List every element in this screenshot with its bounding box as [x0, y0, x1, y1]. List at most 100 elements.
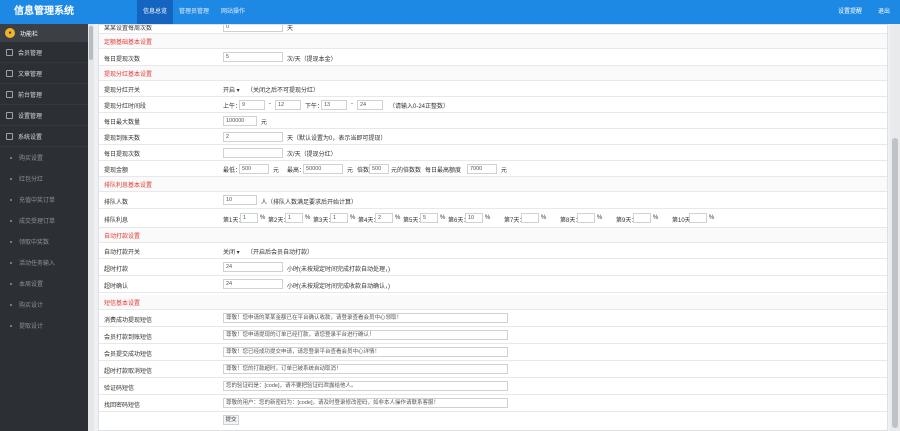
- withdraw-count-input[interactable]: 5: [223, 52, 283, 62]
- interest-day-input[interactable]: [577, 213, 595, 223]
- bullet-icon: [10, 198, 12, 201]
- sidebar-subitem[interactable]: 红包分红: [0, 168, 88, 189]
- percent-text: %: [485, 215, 491, 221]
- percent-text: %: [541, 215, 547, 221]
- sidebar-subitem-label: 提取设计: [19, 324, 44, 330]
- interest-day-input[interactable]: 10: [465, 213, 483, 223]
- note-text: 天（默认设置为0，表示当即可提现）: [287, 136, 387, 142]
- unit-text: 元: [261, 120, 268, 126]
- sidebar-subitem-label: 充值中奖订单: [19, 198, 56, 204]
- form-row: 提现分红时间段 上午： 9 - 12 下午： 13 - 24 （请输入0-24正…: [99, 97, 887, 113]
- percent-text: %: [709, 215, 715, 221]
- sidebar-subitem[interactable]: 活动任务输入: [0, 252, 88, 273]
- sidebar-item-members[interactable]: 会员管理: [0, 42, 88, 63]
- sms-template-input[interactable]: 尊敬的用户：您的新密码为：[code]，请及时登录修改密码，如非本人操作请联系客…: [223, 398, 508, 408]
- daily-limit-input[interactable]: 7000: [467, 164, 497, 174]
- form-row: 超时确认 24 小时(未按规定时间完成收款自动确认，): [99, 276, 887, 293]
- field-label: 提现分红时间段: [104, 104, 147, 110]
- bullet-icon: [10, 303, 12, 306]
- multiple-label: 倍数: [357, 168, 370, 174]
- timeout-confirm-input[interactable]: 24: [223, 279, 283, 289]
- form-row: 超时打款 24 小时(未按规定时间完成打款自动处理，): [99, 259, 887, 276]
- app-title: 信息管理系统: [14, 6, 74, 17]
- field-label: 自动打款开关: [104, 250, 141, 256]
- sidebar-scrollbar[interactable]: [88, 24, 94, 431]
- sidebar-subitem-label: 活动任务输入: [19, 261, 56, 267]
- field-label: 每日最大数量: [104, 120, 141, 126]
- unit-text: 元: [273, 168, 280, 174]
- unit-text: 元: [501, 168, 508, 174]
- sidebar-subitem[interactable]: 提取设计: [0, 315, 88, 336]
- interest-day-input[interactable]: 1: [240, 213, 258, 223]
- interest-day-input[interactable]: [633, 213, 651, 223]
- bullet-icon: [10, 156, 12, 159]
- sidebar-item-frontend[interactable]: 前台管理: [0, 84, 88, 105]
- section-title: 定额基础基本设置: [99, 34, 887, 49]
- gear-icon: [6, 111, 13, 119]
- scrollbar-thumb[interactable]: [89, 26, 93, 60]
- interest-day-input[interactable]: [689, 213, 707, 223]
- am-from-input[interactable]: 9: [239, 100, 265, 110]
- user-icon: [6, 48, 13, 56]
- interest-day-input[interactable]: 1: [285, 213, 303, 223]
- daily-count-input[interactable]: [223, 148, 283, 158]
- sidebar-header: ● 功能栏: [0, 24, 88, 42]
- tab-overview[interactable]: 信息总览: [137, 0, 174, 24]
- sidebar-item-settings[interactable]: 设置管理: [0, 105, 88, 126]
- sidebar-subitem[interactable]: 成交受理订单: [0, 210, 88, 231]
- sidebar-item-label: 会员管理: [18, 50, 43, 57]
- sidebar-subitem[interactable]: 充值中奖订单: [0, 189, 88, 210]
- timeout-pay-input[interactable]: 24: [223, 262, 283, 272]
- form-row: 会员打款到账短信 尊敬！您申请提现的订单已经打款，请您登录平台进行确认！: [99, 327, 887, 344]
- interest-day-input[interactable]: 5: [420, 213, 438, 223]
- sidebar-subitem[interactable]: 购买设置: [0, 147, 88, 168]
- field-label: 超时打款: [104, 267, 129, 273]
- sidebar-subitem[interactable]: 本周设置: [0, 273, 88, 294]
- field-label: 提现到账天数: [104, 136, 141, 142]
- min-amount-input[interactable]: 500: [239, 164, 269, 174]
- text-input[interactable]: 0: [223, 25, 283, 32]
- sidebar-subitem-label: 成交受理订单: [19, 219, 56, 225]
- sidebar-item-label: 前台管理: [18, 92, 43, 99]
- form-row: 提现金额 最低： 500 元 最高： 50000 元 倍数 500 元的倍数数 …: [99, 161, 887, 177]
- tab-site[interactable]: 网站操作: [215, 0, 251, 24]
- section-title: 短信基本设置: [99, 295, 887, 310]
- sms-template-input[interactable]: 尊敬！您已经成功提交申请，请您登录平台查看会员中心详情！: [223, 347, 508, 357]
- scrollbar-thumb[interactable]: [892, 138, 898, 428]
- file-icon: [6, 69, 13, 77]
- form-row: 自动打款开关 关闭 ▾ （开启后会员自动打款）: [99, 243, 887, 259]
- interest-day-input[interactable]: [521, 213, 539, 223]
- pm-from-input[interactable]: 13: [321, 100, 347, 110]
- settings-link[interactable]: 设置提醒: [838, 0, 862, 24]
- submit-button[interactable]: 提交: [223, 415, 239, 425]
- daily-max-input[interactable]: 100000: [223, 116, 257, 126]
- sidebar-subitem[interactable]: 购买设计: [0, 294, 88, 315]
- hold-days-input[interactable]: 2: [223, 132, 283, 142]
- form-row: 每日提现次数 5 次/天（提现本金）: [99, 49, 887, 66]
- switch-select[interactable]: 关闭 ▾: [223, 247, 240, 256]
- sms-template-input[interactable]: 尊敬！您申请提现的订单已经打款，请您登录平台进行确认！: [223, 330, 508, 340]
- bullet-icon: [10, 324, 12, 327]
- logout-link[interactable]: 退出: [878, 0, 890, 24]
- queue-people-input[interactable]: 10: [223, 195, 257, 205]
- field-label: 找回密码短信: [104, 403, 141, 409]
- interest-day-input[interactable]: 2: [375, 213, 393, 223]
- avatar: ●: [5, 28, 15, 38]
- sidebar-subitem-label: 购买设计: [19, 303, 44, 309]
- interest-day-input[interactable]: 1: [330, 213, 348, 223]
- section-title: 自动打款设置: [99, 228, 887, 243]
- page-scrollbar[interactable]: [890, 24, 900, 431]
- sms-template-input[interactable]: 您的验证码是：[code]，请不要把验证码泄露给他人。: [223, 381, 508, 391]
- max-amount-input[interactable]: 50000: [303, 164, 343, 174]
- sidebar-item-system[interactable]: 系统设置: [0, 126, 88, 147]
- top-nav: 信息总览 管理员管理 网站操作: [137, 0, 251, 24]
- sidebar-subitem[interactable]: 领取中奖数: [0, 231, 88, 252]
- switch-select[interactable]: 开启 ▾: [223, 85, 240, 94]
- tab-admin[interactable]: 管理员管理: [173, 0, 215, 24]
- sms-template-input[interactable]: 尊敬！您申请的某某金额已在平台确认收款，请登录查看会员中心领取！: [223, 313, 508, 323]
- sms-template-input[interactable]: 尊敬！您的打款超时，订单已被系统自动取消！: [223, 364, 508, 374]
- sidebar-item-articles[interactable]: 文章管理: [0, 63, 88, 84]
- multiple-input[interactable]: 500: [369, 164, 389, 174]
- pm-to-input[interactable]: 24: [357, 100, 383, 110]
- am-to-input[interactable]: 12: [275, 100, 301, 110]
